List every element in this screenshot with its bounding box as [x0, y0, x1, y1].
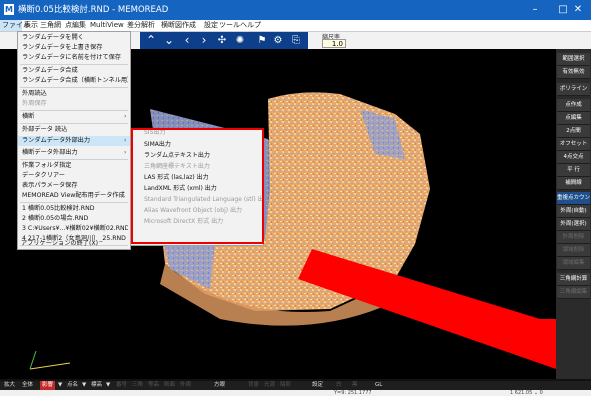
- interpolate-line-button[interactable]: 補間線: [557, 177, 590, 190]
- number-button[interactable]: 番号: [116, 381, 127, 390]
- point-edit-button[interactable]: 点編集: [557, 112, 590, 125]
- point-name-dropdown[interactable]: ▼: [82, 381, 86, 390]
- triangle-button[interactable]: 三角: [132, 381, 143, 390]
- perimeter-button[interactable]: 外周: [180, 381, 191, 390]
- menu-set-work-folder[interactable]: 作業フォルダ指定: [22, 161, 128, 171]
- shade-dropdown[interactable]: ▼: [58, 381, 62, 390]
- submenu-arrow-icon: ›: [124, 113, 127, 120]
- zoom-in-button[interactable]: 拡大: [4, 381, 15, 390]
- menu-save-random-data[interactable]: ランダムデータを上書き保存: [22, 43, 128, 53]
- minimize-button[interactable]: –: [521, 0, 549, 20]
- close-button[interactable]: ✕: [565, 0, 591, 20]
- perimeter-select-button[interactable]: 外周(選択): [557, 218, 590, 231]
- menu-save-perimeter[interactable]: 外周保存: [22, 99, 128, 109]
- menu-merge-random-data[interactable]: ランダムデータ合成: [22, 66, 128, 76]
- menu-separator: [20, 202, 128, 203]
- menu-save-as-random-data[interactable]: ランダムデータに名前を付けて保存: [22, 53, 128, 63]
- window-title: 横断0.05比較検討.RND - MEMOREAD: [18, 5, 169, 15]
- point-create-button[interactable]: 点作成: [557, 99, 590, 112]
- fit-all-button[interactable]: 全体: [22, 381, 33, 390]
- elevation-button[interactable]: 標高: [91, 381, 102, 390]
- menu-cross-section[interactable]: 横断図作成: [161, 20, 196, 31]
- gear-icon[interactable]: ✺: [232, 33, 248, 48]
- right-tool-panel: 範囲選択 有効無効 ポリライン 点作成 点編集 2点間 オフセット 4点交点 平…: [556, 49, 591, 379]
- region-delete-button[interactable]: 領域削除: [557, 244, 590, 257]
- tin-edit-button[interactable]: 三角網編集: [557, 286, 590, 299]
- menu-load-perimeter[interactable]: 外周読込: [22, 89, 128, 99]
- menu-view[interactable]: 表示: [24, 20, 38, 31]
- background-button[interactable]: 背景: [248, 381, 259, 390]
- perimeter-auto-button[interactable]: 外周(自動): [557, 205, 590, 218]
- grid-button[interactable]: 方眼: [214, 381, 225, 390]
- menu-recent-file-2[interactable]: 2 横断0.05の場合.RND: [22, 214, 128, 224]
- range-select-button[interactable]: 範囲選択: [557, 53, 590, 66]
- menu-separator: [20, 87, 128, 88]
- region-edit-button[interactable]: 領域編集: [557, 257, 590, 270]
- menu-export-random-data[interactable]: ランダムデータ外部出力: [18, 136, 130, 146]
- title-bar: M 横断0.05比較検討.RND - MEMOREAD – □ ✕: [0, 0, 591, 20]
- contour-button[interactable]: 等高: [148, 381, 159, 390]
- menu-separator: [20, 159, 128, 160]
- chevron-up-icon[interactable]: ⌃: [143, 33, 159, 48]
- menu-merge-random-data-tunnel[interactable]: ランダムデータ合成（横断トンネル用）: [22, 76, 128, 86]
- camera-icon[interactable]: ✣: [214, 33, 230, 48]
- elevation-dropdown[interactable]: ▼: [106, 381, 110, 390]
- polyline-button[interactable]: ポリライン: [557, 83, 590, 96]
- menu-separator: [20, 110, 128, 111]
- parallel-button[interactable]: 平 行: [557, 164, 590, 177]
- chevron-right-icon[interactable]: ›: [196, 33, 212, 48]
- submenu-arrow-icon: ›: [124, 149, 127, 156]
- offset-button[interactable]: オフセット: [557, 138, 590, 151]
- point-name-button[interactable]: 点名: [67, 381, 78, 390]
- status-coordinate: Y=9: 251.1777: [334, 390, 372, 396]
- menu-settings[interactable]: 設定: [204, 20, 218, 31]
- menu-load-external-data[interactable]: 外部データ 読込: [22, 125, 128, 135]
- settings-button[interactable]: 設定: [312, 381, 323, 390]
- black-button[interactable]: 黒: [352, 381, 358, 390]
- submenu-arrow-icon: ›: [124, 137, 127, 144]
- bottom-toolbar: 拡大 全体 影響 ▼ 点名 ▼ 標高 ▼ 番号 三角 等高 断面 外周 方眼 背…: [0, 381, 591, 390]
- menu-clear-data[interactable]: データクリアー: [22, 171, 128, 181]
- menu-file[interactable]: ファイル: [0, 20, 30, 31]
- menu-tools[interactable]: ツール: [219, 20, 240, 31]
- shade-button[interactable]: 影響: [40, 381, 56, 390]
- menu-recent-file-3[interactable]: 3 C:¥Users¥...¥横断02¥横断02.RND: [22, 224, 128, 234]
- two-point-button[interactable]: 2点間: [557, 125, 590, 138]
- chevron-left-icon[interactable]: ‹: [179, 33, 195, 48]
- menu-save-display-params[interactable]: 表示パラメータ保存: [22, 181, 128, 191]
- menu-tin[interactable]: 三角網: [40, 20, 61, 31]
- perimeter-delete-button[interactable]: 外周削除: [557, 231, 590, 244]
- tin-compute-button[interactable]: 三角網計算: [557, 273, 590, 286]
- menu-help[interactable]: ヘルプ: [240, 20, 261, 31]
- menu-recent-file-1[interactable]: 1 横断0.05比較検討.RND: [22, 204, 128, 214]
- export-icon[interactable]: ⎘: [288, 33, 304, 48]
- menu-separator: [20, 64, 128, 65]
- section-button[interactable]: 断面: [164, 381, 175, 390]
- menu-create-view-data[interactable]: MEMOREAD View配布用データ作成: [22, 191, 128, 201]
- menu-exit-application[interactable]: アプリケーションの終了(X): [21, 239, 127, 249]
- gl-button[interactable]: GL: [375, 381, 382, 390]
- menu-point-edit[interactable]: 点編集: [65, 20, 86, 31]
- status-right: 1 621.05 ⌄ 0: [510, 390, 543, 396]
- white-button[interactable]: 白: [336, 381, 342, 390]
- settings-icon[interactable]: ⚙: [270, 33, 286, 48]
- menu-export-cross-section[interactable]: 横断データ外部出力: [22, 148, 128, 158]
- chevron-down-icon[interactable]: ⌄: [161, 33, 177, 48]
- valid-invalid-button[interactable]: 有効無効: [557, 66, 590, 79]
- menu-diff-analysis[interactable]: 差分解析: [127, 20, 155, 31]
- flag-icon[interactable]: ⚑: [254, 33, 270, 48]
- light-button[interactable]: 光源: [264, 381, 275, 390]
- file-menu-dropdown: ランダムデータを開く ランダムデータを上書き保存 ランダムデータに名前を付けて保…: [17, 31, 131, 250]
- shadow-button[interactable]: 陰影: [280, 381, 291, 390]
- duplicate-count-button[interactable]: 重複点カウント: [557, 192, 590, 205]
- menu-open-random-data[interactable]: ランダムデータを開く: [22, 33, 128, 43]
- zoom-input[interactable]: 1.0: [322, 39, 346, 48]
- menu-multiview[interactable]: MultiView: [90, 20, 124, 31]
- highlight-annotation-box: [131, 128, 264, 244]
- app-logo-icon: M: [4, 4, 14, 15]
- menu-cross-section[interactable]: 横断: [22, 112, 128, 122]
- four-point-intersect-button[interactable]: 4点交点: [557, 151, 590, 164]
- status-bar: Y=9: 251.1777 1 621.05 ⌄ 0: [0, 390, 591, 396]
- menu-separator: [20, 123, 128, 124]
